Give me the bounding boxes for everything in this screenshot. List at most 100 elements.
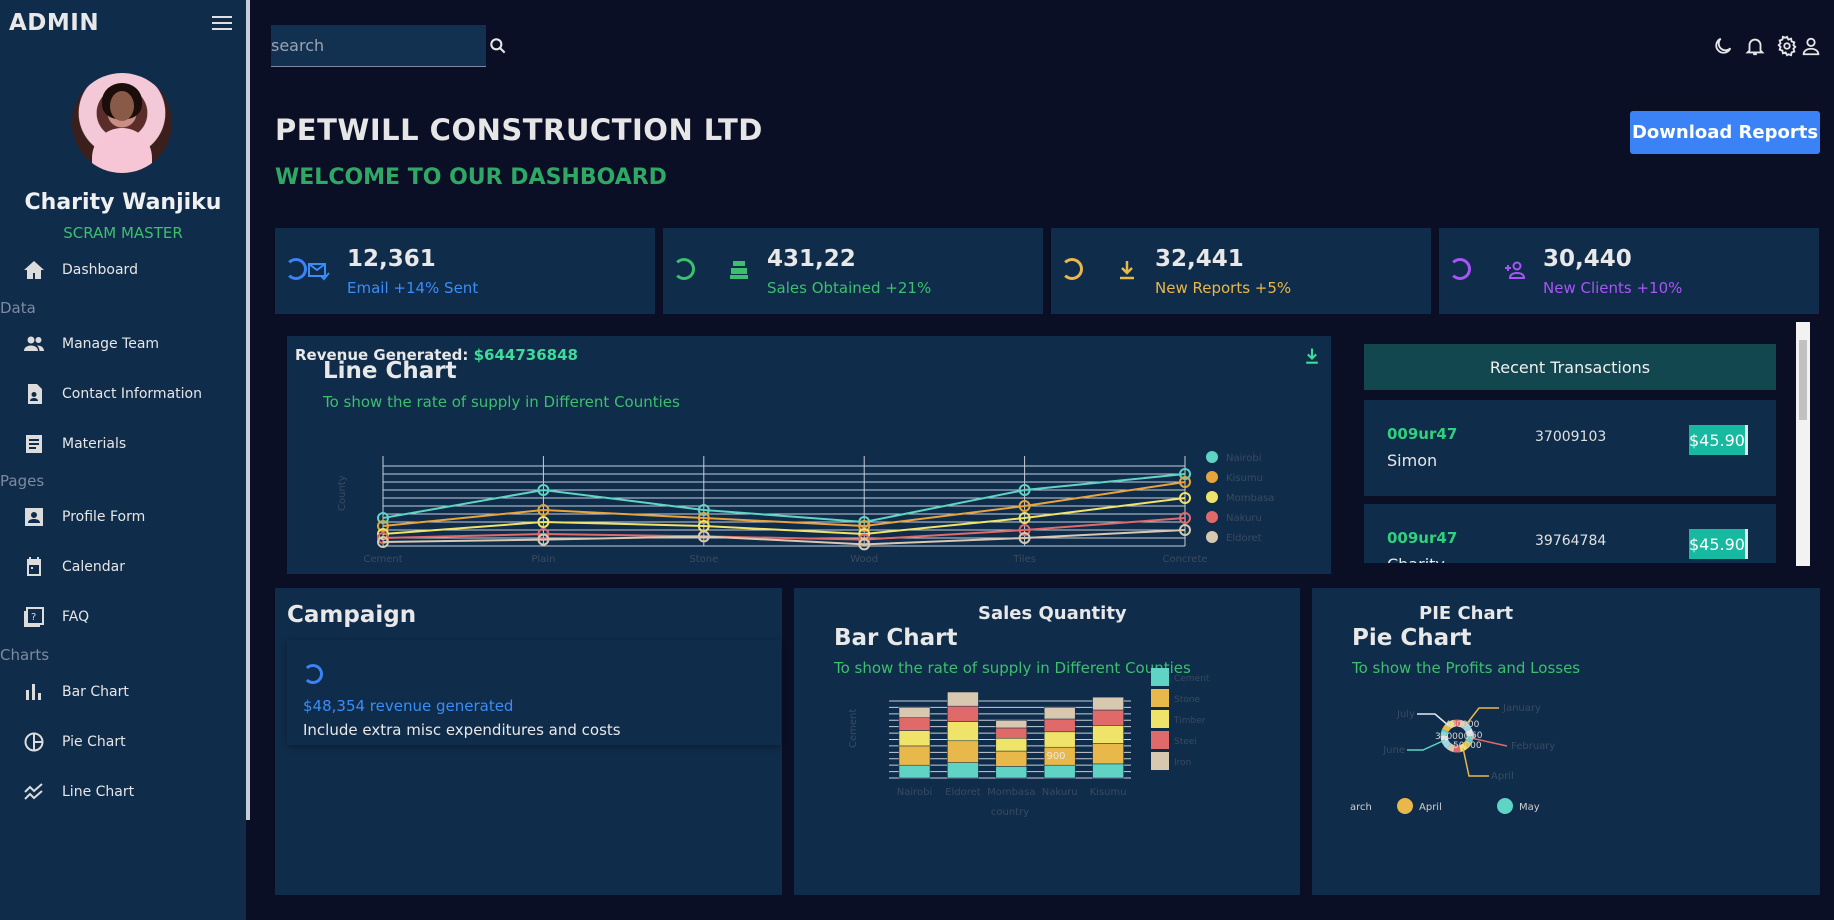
x-tick-label: Wood [850, 554, 878, 565]
bar-segment [995, 766, 1028, 779]
bar-segment [995, 720, 1028, 729]
sidebar-item-line-chart[interactable]: Line Chart [22, 777, 134, 807]
transaction-row: 009ur47 Simon 37009103 $45.90 [1364, 400, 1776, 496]
list-document-icon [26, 435, 42, 453]
x-tick-label: Cement [363, 554, 402, 565]
user-role: SCRAM MASTER [63, 224, 183, 242]
recent-transactions-header: Recent Transactions [1364, 344, 1776, 390]
dark-mode-icon[interactable] [1712, 35, 1734, 57]
legend-swatch [1206, 531, 1218, 543]
x-tick-label: Tiles [1012, 554, 1036, 565]
legend-swatch [1206, 471, 1218, 483]
x-tick-label: Plain [531, 554, 555, 565]
bar-segment [1043, 731, 1076, 748]
legend-label: arch [1350, 802, 1372, 813]
x-tick-label: Nakuru [1042, 787, 1078, 798]
bar-segment [1092, 725, 1124, 744]
sidebar-item-label: FAQ [62, 609, 90, 625]
bar-segment [898, 717, 931, 731]
email-sent-icon [308, 263, 330, 281]
download-reports-button[interactable]: Download Reports [1630, 111, 1820, 154]
legend-label: Stone [1174, 695, 1200, 705]
add-person-icon [1505, 261, 1526, 279]
stat-value: 30,440 [1543, 246, 1632, 272]
page-title: PETWILL CONSTRUCTION LTD [275, 113, 763, 147]
line-chart-icon [24, 783, 43, 800]
svg-text:?: ? [31, 612, 36, 623]
transaction-id: 009ur47 [1387, 529, 1458, 547]
stat-label: Sales Obtained +21% [767, 279, 932, 297]
search-icon[interactable] [488, 36, 508, 56]
sidebar-item-faq[interactable]: ? FAQ [22, 602, 89, 632]
y-axis-label: Cement [848, 709, 859, 748]
bar-segment [1043, 718, 1076, 733]
legend-swatch [1151, 668, 1169, 686]
x-tick-label: Mombasa [987, 787, 1035, 798]
legend-label: Nairobi [1226, 453, 1262, 464]
menu-toggle-icon[interactable] [212, 16, 232, 32]
bar-segment [1043, 764, 1076, 779]
x-tick-label: Concrete [1162, 554, 1207, 565]
bar-segment [1043, 707, 1076, 720]
sidebar-item-manage-team[interactable]: Manage Team [22, 329, 159, 359]
transaction-user: Simon [1387, 451, 1438, 470]
slice-label: April [1491, 771, 1514, 782]
pie-chart: JanuaryFebruaryAprilJuneJuly480000380000… [1350, 703, 1555, 814]
sidebar-item-calendar[interactable]: Calendar [22, 552, 125, 582]
nav-section-charts: Charts [0, 646, 50, 664]
profile-icon [25, 508, 43, 526]
sidebar-item-label: Contact Information [62, 386, 202, 402]
sidebar-item-label: Manage Team [62, 336, 160, 352]
transactions-scrollbar[interactable] [1796, 322, 1810, 566]
legend-label: April [1419, 802, 1442, 813]
bar-segment [947, 721, 979, 742]
x-tick-label: Eldoret [945, 787, 981, 798]
page-subtitle: WELCOME TO OUR DASHBOARD [275, 165, 667, 190]
settings-gear-icon[interactable] [1776, 35, 1798, 57]
legend-label: Steel [1174, 737, 1197, 747]
notification-bell-icon[interactable] [1744, 35, 1766, 57]
legend-swatch [1151, 689, 1169, 707]
slice-label: January [1502, 703, 1541, 714]
legend-label: Eldoret [1226, 533, 1262, 544]
bar-segment [947, 691, 979, 707]
line-chart: Cement Plain Stone Wood Tiles Concrete County N… [337, 451, 1274, 565]
campaign-panel: Campaign $48,354 revenue generated Inclu… [275, 588, 782, 895]
bar-segment [898, 745, 931, 766]
user-profile-icon[interactable] [1800, 35, 1822, 57]
y-axis-label: County [337, 475, 348, 511]
stat-label: New Clients +10% [1543, 279, 1683, 297]
progress-circle-icon [1061, 258, 1083, 280]
bar-chart-icon [26, 684, 41, 700]
legend-swatch [1151, 710, 1169, 728]
slice-label: July [1396, 709, 1415, 720]
bar-segment [995, 750, 1028, 767]
sidebar-item-label: Pie Chart [62, 734, 126, 750]
bar-segment [1092, 763, 1124, 779]
bar-segment [1092, 709, 1124, 726]
sidebar-item-materials[interactable]: Materials [22, 429, 126, 459]
legend-swatch [1397, 798, 1413, 814]
sidebar-item-profile-form[interactable]: Profile Form [22, 502, 145, 532]
campaign-card: $48,354 revenue generated Include extra … [287, 640, 781, 745]
campaign-revenue: $48,354 revenue generated [303, 697, 514, 715]
transaction-cost: $45.90 [1689, 425, 1748, 455]
sidebar-item-bar-chart[interactable]: Bar Chart [22, 677, 129, 707]
sidebar-item-pie-chart[interactable]: Pie Chart [22, 727, 126, 757]
bar-segment [898, 707, 931, 718]
stat-card-email: 12,361 Email +14% Sent [275, 228, 655, 314]
progress-circle-icon [673, 258, 695, 280]
cash-register-icon [730, 261, 748, 279]
sidebar-item-label: Dashboard [62, 262, 138, 278]
download-icon [1120, 261, 1134, 280]
search-box [271, 25, 486, 67]
avatar [72, 73, 172, 173]
sidebar-item-dashboard[interactable]: Dashboard [22, 255, 138, 285]
nav-section-pages: Pages [0, 472, 45, 490]
download-icon[interactable] [1302, 345, 1322, 367]
transaction-row: 009ur47 Charity 39764784 $45.90 [1364, 504, 1776, 563]
bar-annotation: 900 [1046, 751, 1065, 762]
search-input[interactable] [271, 25, 486, 66]
sidebar-item-contact-information[interactable]: Contact Information [22, 379, 202, 409]
scrollbar-thumb[interactable] [1799, 340, 1807, 420]
